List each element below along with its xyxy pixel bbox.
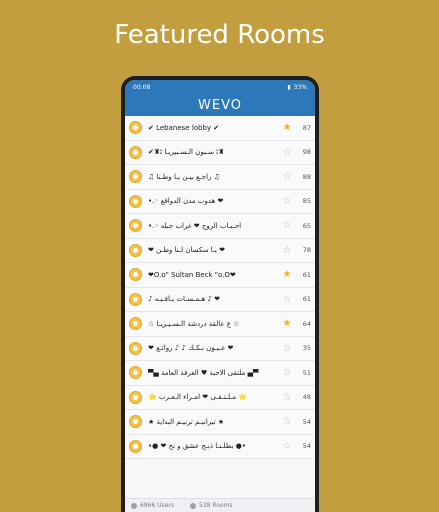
room-name: ☆ ﻉ ﻋﺎﻟﻘﺔ ﺩﺭﺩﺷﺔ ﺍﻟـﺴـﻴـﺮﻳـﺎ ☆: [148, 319, 240, 328]
phone-frame: 00:08 ▮ 33% WEVO ✔ Lebanese lobby ✔ ★ 87 ✔♜…: [121, 76, 319, 512]
room-avatar-icon: [129, 366, 142, 380]
room-row[interactable]: •● ❤ ﺑﻄﻠـﻨـﺎ ﺫﺑـﺢ ﻋﺸﻖ ﻭ ﻧﺢ ●• ☆ 54: [125, 434, 315, 459]
room-name: •.◦ ﻫﺪﻭﺏ ﻣﺪﻥ ﺍﻟﺪﻭﺍﻗﻊ ❤: [148, 197, 224, 206]
room-row[interactable]: ❤ ﻳـﺎ ﺳﻜﺴﺎﻥ ﻟـﻨﺎ ﻭﻃـﻦ ❤ ☆ 78: [125, 238, 315, 263]
room-user-count: 98: [302, 148, 311, 157]
room-row[interactable]: ✔ Lebanese lobby ✔ ★ 87: [125, 116, 315, 141]
room-row[interactable]: ❤ ﻋـﻴـﻮﻥ ﻧـﻜـﻚ ♪ ♪ ﺭﻭﺍﺋـﻊ ❤ ☆ 35: [125, 336, 315, 361]
stats-bar: 6866 Users 538 Rooms: [125, 498, 315, 512]
room-avatar-icon: [129, 219, 142, 233]
room-name: •.◦ ﺍﺣـﺒـﺎﺏ ﺍﻟﺮﻭﺡ ❤ ﻏﺮﺍﺏ ﺟﺒﻠﻪ: [148, 221, 242, 230]
room-user-count: 78: [302, 246, 311, 255]
room-user-count: 35: [302, 344, 311, 353]
room-avatar-icon: [129, 121, 142, 135]
favorite-star-icon[interactable]: ☆: [281, 343, 293, 354]
favorite-star-icon[interactable]: ☆: [281, 367, 293, 378]
users-count: 6866 Users: [140, 502, 174, 509]
room-avatar-icon: [129, 341, 142, 355]
room-name: ★ ﺗﻴﺮﺍﻧﻴـﻢ ﺗﺮﻧﻴـﻢ ﺍﻟﺒﺪﺍﻳﺔ ★: [148, 417, 225, 426]
room-row[interactable]: ★ ﺗﻴﺮﺍﻧﻴـﻢ ﺗﺮﻧﻴـﻢ ﺍﻟﺒﺪﺍﻳﺔ ★ ☆ 54: [125, 410, 315, 435]
users-icon: [131, 502, 137, 509]
room-name: ▀▄ ﻣﻠﺘﻘﻰ ﺍﻻﺣﺒﺔ ♥ ﺍﻟﻐﺮﻓﺔ ﺍﻟﻌﺎﻣﺔ ▄▀: [148, 368, 259, 377]
page-headline: Featured Rooms: [114, 20, 325, 50]
status-time: 00:08: [133, 83, 151, 91]
favorite-star-icon[interactable]: ☆: [281, 294, 293, 305]
app-logo: WEVO: [198, 97, 242, 113]
room-avatar-icon: [129, 145, 142, 159]
room-user-count: 87: [302, 123, 311, 132]
room-name: ❤O.o" Sultan Beck "o.O❤: [148, 270, 236, 279]
room-list: ✔ Lebanese lobby ✔ ★ 87 ✔♜ﮢ ﺳـﺒﻮﻥ ﺍﻟـﺴـﺒﻴﺮﻳ…: [125, 116, 315, 498]
room-name: ❤ ﻳـﺎ ﺳﻜﺴﺎﻥ ﻟـﻨﺎ ﻭﻃـﻦ ❤: [148, 246, 226, 255]
room-row[interactable]: ✔♜ﮢ ﺳـﺒﻮﻥ ﺍﻟـﺴـﺒﻴﺮﻳـﺎ ﮢ♜ ☆ 98: [125, 140, 315, 165]
room-name: ⭐ ﻣـﻠـﺘـﻘـﻰ ❤ ﺃﻣـﺮﺍﺀ ﺍﻟـﻌـﺮﺏ ⭐: [148, 393, 248, 402]
favorite-star-icon[interactable]: ☆: [281, 171, 293, 182]
favorite-star-icon[interactable]: ☆: [281, 220, 293, 231]
room-name: ♫ ﺭﺍﺟـﻊ ﺑﻴـﻦ ﻳـﺎ ﻭﻃـﻨﺎ ♫: [148, 172, 220, 181]
room-user-count: 61: [302, 295, 311, 304]
app-bar: WEVO: [125, 94, 315, 116]
room-row[interactable]: ♫ ﺭﺍﺟـﻊ ﺑﻴـﻦ ﻳـﺎ ﻭﻃـﻨﺎ ♫ ☆ 88: [125, 165, 315, 190]
room-user-count: 51: [302, 368, 311, 377]
favorite-star-icon[interactable]: ☆: [281, 441, 293, 452]
room-row[interactable]: ♪ ﻫـﻤـﺴـﺎﺕ ﻳـﺎﻓـﻴـﻪ ♪ ❤ ☆ 61: [125, 287, 315, 312]
room-row[interactable]: ▀▄ ﻣﻠﺘﻘﻰ ﺍﻻﺣﺒﺔ ♥ ﺍﻟﻐﺮﻓﺔ ﺍﻟﻌﺎﻣﺔ ▄▀ ☆ 51: [125, 361, 315, 386]
room-user-count: 48: [302, 393, 311, 402]
room-user-count: 88: [302, 172, 311, 181]
room-name: ✔♜ﮢ ﺳـﺒﻮﻥ ﺍﻟـﺴـﺒﻴﺮﻳـﺎ ﮢ♜: [148, 148, 225, 157]
room-user-count: 64: [302, 319, 311, 328]
rooms-count: 538 Rooms: [198, 502, 233, 509]
room-user-count: 61: [302, 270, 311, 279]
favorite-star-icon[interactable]: ☆: [281, 392, 293, 403]
room-avatar-icon: [129, 170, 142, 184]
favorite-star-icon[interactable]: ☆: [281, 245, 293, 256]
room-avatar-icon: [129, 292, 142, 306]
room-avatar-icon: [129, 194, 142, 208]
favorite-star-icon[interactable]: ★: [281, 318, 293, 329]
favorite-star-icon[interactable]: ☆: [281, 196, 293, 207]
room-user-count: 65: [302, 221, 311, 230]
room-user-count: 85: [302, 197, 311, 206]
room-avatar-icon: [129, 243, 142, 257]
room-name: ✔ Lebanese lobby ✔: [148, 123, 220, 132]
room-row[interactable]: •.◦ ﺍﺣـﺒـﺎﺏ ﺍﻟﺮﻭﺡ ❤ ﻏﺮﺍﺏ ﺟﺒﻠﻪ ☆ 65: [125, 214, 315, 239]
room-row[interactable]: •.◦ ﻫﺪﻭﺏ ﻣﺪﻥ ﺍﻟﺪﻭﺍﻗﻊ ❤ ☆ 85: [125, 189, 315, 214]
room-name: ♪ ﻫـﻤـﺴـﺎﺕ ﻳـﺎﻓـﻴـﻪ ♪ ❤: [148, 295, 221, 304]
battery-level: 33%: [293, 83, 307, 91]
room-user-count: 54: [302, 442, 311, 451]
app-screen: 00:08 ▮ 33% WEVO ✔ Lebanese lobby ✔ ★ 87 ✔♜…: [125, 80, 315, 512]
rooms-icon: [189, 502, 196, 509]
favorite-star-icon[interactable]: ★: [281, 122, 293, 133]
favorite-star-icon[interactable]: ☆: [281, 147, 293, 158]
room-name: •● ❤ ﺑﻄﻠـﻨـﺎ ﺫﺑـﺢ ﻋﺸﻖ ﻭ ﻧﺢ ●•: [148, 442, 247, 451]
room-user-count: 54: [302, 417, 311, 426]
signal-icon: ▮: [287, 83, 291, 91]
room-row[interactable]: ⭐ ﻣـﻠـﺘـﻘـﻰ ❤ ﺃﻣـﺮﺍﺀ ﺍﻟـﻌـﺮﺏ ⭐ ☆ 48: [125, 385, 315, 410]
room-avatar-icon: [129, 268, 142, 282]
room-row[interactable]: ❤O.o" Sultan Beck "o.O❤ ★ 61: [125, 263, 315, 288]
room-name: ❤ ﻋـﻴـﻮﻥ ﻧـﻜـﻚ ♪ ♪ ﺭﻭﺍﺋـﻊ ❤: [148, 344, 234, 353]
favorite-star-icon[interactable]: ★: [281, 269, 293, 280]
room-avatar-icon: [129, 390, 142, 404]
favorite-star-icon[interactable]: ☆: [281, 416, 293, 427]
room-avatar-icon: [129, 415, 142, 429]
room-row[interactable]: ☆ ﻉ ﻋﺎﻟﻘﺔ ﺩﺭﺩﺷﺔ ﺍﻟـﺴـﻴـﺮﻳـﺎ ☆ ★ 64: [125, 312, 315, 337]
room-avatar-icon: [129, 439, 142, 453]
status-bar: 00:08 ▮ 33%: [125, 80, 315, 94]
room-avatar-icon: [129, 317, 142, 331]
